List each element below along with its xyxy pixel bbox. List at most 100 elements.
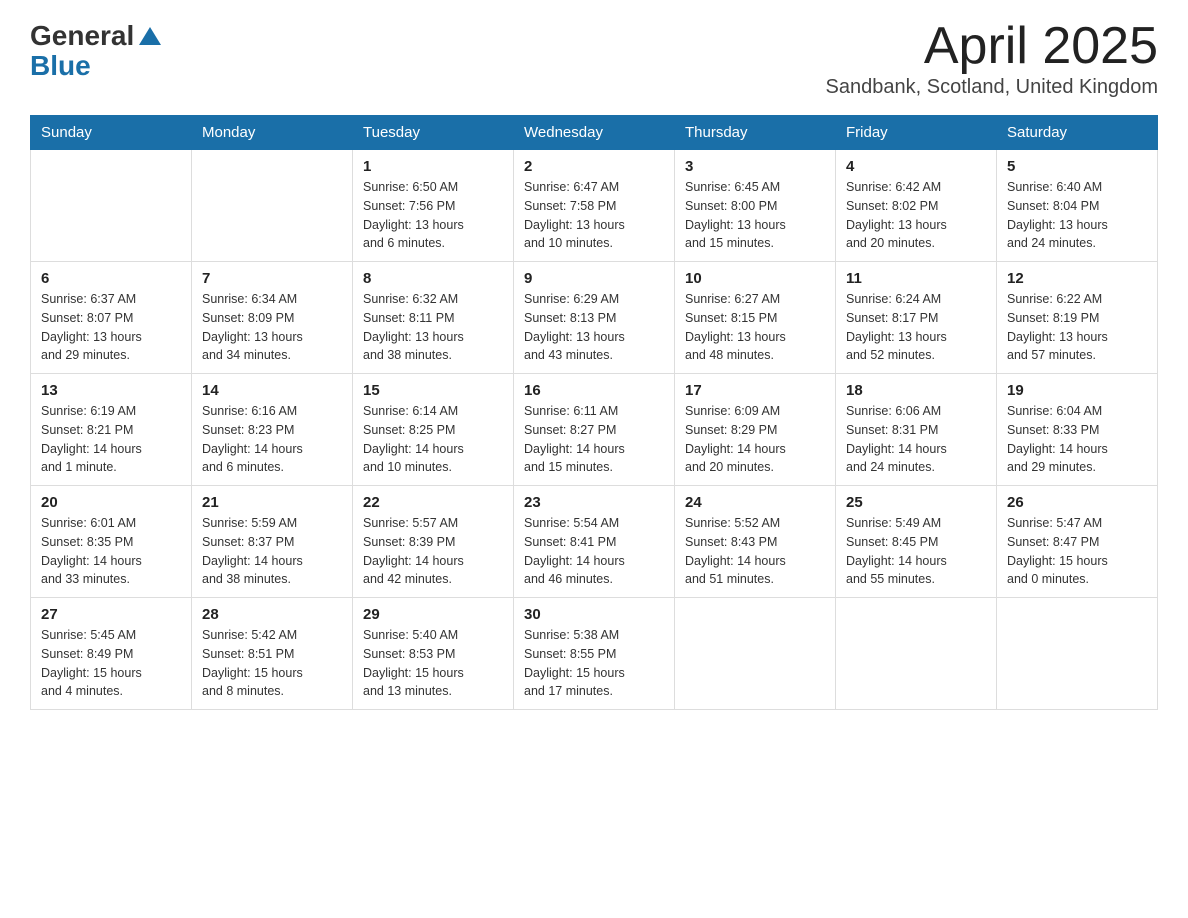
day-info: Sunrise: 6:47 AM Sunset: 7:58 PM Dayligh…	[524, 178, 664, 253]
calendar-cell	[836, 598, 997, 710]
calendar-cell: 1Sunrise: 6:50 AM Sunset: 7:56 PM Daylig…	[353, 150, 514, 262]
col-header-monday: Monday	[192, 116, 353, 150]
day-number: 9	[524, 270, 664, 287]
day-number: 30	[524, 606, 664, 623]
calendar-cell: 22 Sunrise: 5:57 AM Sunset: 8:39 PM Dayli…	[353, 486, 514, 598]
day-info: Sunrise: 6:04 AM Sunset: 8:33 PM Dayligh…	[1007, 402, 1147, 477]
day-info: Sunrise: 6:34 AM Sunset: 8:09 PM Dayligh…	[202, 290, 342, 365]
day-number: 19	[1007, 382, 1147, 399]
logo-blue-text: Blue	[30, 50, 91, 82]
day-info: Sunrise: 6:19 AM Sunset: 8:21 PM Dayligh…	[41, 402, 181, 477]
calendar-cell: 15 Sunrise: 6:14 AM Sunset: 8:25 PM Dayli…	[353, 374, 514, 486]
calendar-cell: 8Sunrise: 6:32 AM Sunset: 8:11 PM Daylig…	[353, 262, 514, 374]
day-info: Sunrise: 6:14 AM Sunset: 8:25 PM Dayligh…	[363, 402, 503, 477]
day-info: Sunrise: 6:16 AM Sunset: 8:23 PM Dayligh…	[202, 402, 342, 477]
week-row-2: 13 Sunrise: 6:19 AM Sunset: 8:21 PM Dayli…	[31, 374, 1158, 486]
day-info: Sunrise: 6:01 AM Sunset: 8:35 PM Dayligh…	[41, 514, 181, 589]
day-number: 10	[685, 270, 825, 287]
calendar-cell: 28 Sunrise: 5:42 AM Sunset: 8:51 PM Dayli…	[192, 598, 353, 710]
calendar-cell: 19 Sunrise: 6:04 AM Sunset: 8:33 PM Dayli…	[997, 374, 1158, 486]
calendar-cell: 21Sunrise: 5:59 AM Sunset: 8:37 PM Dayli…	[192, 486, 353, 598]
day-number: 28	[202, 606, 342, 623]
calendar-cell: 20 Sunrise: 6:01 AM Sunset: 8:35 PM Dayli…	[31, 486, 192, 598]
calendar-cell: 12 Sunrise: 6:22 AM Sunset: 8:19 PM Dayli…	[997, 262, 1158, 374]
day-info: Sunrise: 6:22 AM Sunset: 8:19 PM Dayligh…	[1007, 290, 1147, 365]
col-header-thursday: Thursday	[675, 116, 836, 150]
week-row-4: 27 Sunrise: 5:45 AM Sunset: 8:49 PM Dayli…	[31, 598, 1158, 710]
calendar-cell: 24Sunrise: 5:52 AM Sunset: 8:43 PM Dayli…	[675, 486, 836, 598]
day-info: Sunrise: 5:42 AM Sunset: 8:51 PM Dayligh…	[202, 626, 342, 701]
day-info: Sunrise: 6:50 AM Sunset: 7:56 PM Dayligh…	[363, 178, 503, 253]
week-row-1: 6Sunrise: 6:37 AM Sunset: 8:07 PM Daylig…	[31, 262, 1158, 374]
day-number: 20	[41, 494, 181, 511]
day-info: Sunrise: 6:27 AM Sunset: 8:15 PM Dayligh…	[685, 290, 825, 365]
day-number: 17	[685, 382, 825, 399]
day-info: Sunrise: 5:57 AM Sunset: 8:39 PM Dayligh…	[363, 514, 503, 589]
calendar-cell: 2 Sunrise: 6:47 AM Sunset: 7:58 PM Daylig…	[514, 150, 675, 262]
day-number: 26	[1007, 494, 1147, 511]
calendar-cell	[675, 598, 836, 710]
col-header-friday: Friday	[836, 116, 997, 150]
calendar-cell: 27 Sunrise: 5:45 AM Sunset: 8:49 PM Dayli…	[31, 598, 192, 710]
calendar-cell: 16Sunrise: 6:11 AM Sunset: 8:27 PM Dayli…	[514, 374, 675, 486]
calendar-cell: 5 Sunrise: 6:40 AM Sunset: 8:04 PM Daylig…	[997, 150, 1158, 262]
day-info: Sunrise: 5:45 AM Sunset: 8:49 PM Dayligh…	[41, 626, 181, 701]
day-number: 13	[41, 382, 181, 399]
calendar-cell: 13 Sunrise: 6:19 AM Sunset: 8:21 PM Dayli…	[31, 374, 192, 486]
calendar-cell: 17 Sunrise: 6:09 AM Sunset: 8:29 PM Dayli…	[675, 374, 836, 486]
day-info: Sunrise: 6:42 AM Sunset: 8:02 PM Dayligh…	[846, 178, 986, 253]
day-number: 3	[685, 158, 825, 175]
col-header-tuesday: Tuesday	[353, 116, 514, 150]
day-info: Sunrise: 6:40 AM Sunset: 8:04 PM Dayligh…	[1007, 178, 1147, 253]
header-row: SundayMondayTuesdayWednesdayThursdayFrid…	[31, 116, 1158, 150]
day-number: 2	[524, 158, 664, 175]
day-info: Sunrise: 5:38 AM Sunset: 8:55 PM Dayligh…	[524, 626, 664, 701]
day-number: 25	[846, 494, 986, 511]
logo-triangle-icon	[137, 25, 163, 47]
calendar-cell: 18Sunrise: 6:06 AM Sunset: 8:31 PM Dayli…	[836, 374, 997, 486]
calendar-cell: 3 Sunrise: 6:45 AM Sunset: 8:00 PM Daylig…	[675, 150, 836, 262]
calendar-cell	[997, 598, 1158, 710]
calendar-cell: 4 Sunrise: 6:42 AM Sunset: 8:02 PM Daylig…	[836, 150, 997, 262]
logo: GeneralBlue	[30, 20, 163, 82]
calendar-cell: 6Sunrise: 6:37 AM Sunset: 8:07 PM Daylig…	[31, 262, 192, 374]
day-number: 21	[202, 494, 342, 511]
col-header-sunday: Sunday	[31, 116, 192, 150]
col-header-wednesday: Wednesday	[514, 116, 675, 150]
calendar-cell: 30 Sunrise: 5:38 AM Sunset: 8:55 PM Dayli…	[514, 598, 675, 710]
day-number: 11	[846, 270, 986, 287]
week-row-0: 1Sunrise: 6:50 AM Sunset: 7:56 PM Daylig…	[31, 150, 1158, 262]
col-header-saturday: Saturday	[997, 116, 1158, 150]
day-number: 5	[1007, 158, 1147, 175]
calendar-cell: 14 Sunrise: 6:16 AM Sunset: 8:23 PM Dayli…	[192, 374, 353, 486]
calendar-cell	[192, 150, 353, 262]
day-number: 24	[685, 494, 825, 511]
page-header: GeneralBlue April 2025 Sandbank, Scotlan…	[30, 20, 1158, 99]
day-number: 23	[524, 494, 664, 511]
calendar-cell: 11Sunrise: 6:24 AM Sunset: 8:17 PM Dayli…	[836, 262, 997, 374]
day-info: Sunrise: 6:45 AM Sunset: 8:00 PM Dayligh…	[685, 178, 825, 253]
day-number: 4	[846, 158, 986, 175]
day-number: 6	[41, 270, 181, 287]
calendar-cell: 7 Sunrise: 6:34 AM Sunset: 8:09 PM Daylig…	[192, 262, 353, 374]
day-info: Sunrise: 5:54 AM Sunset: 8:41 PM Dayligh…	[524, 514, 664, 589]
day-info: Sunrise: 5:47 AM Sunset: 8:47 PM Dayligh…	[1007, 514, 1147, 589]
calendar-cell: 26 Sunrise: 5:47 AM Sunset: 8:47 PM Dayli…	[997, 486, 1158, 598]
day-info: Sunrise: 6:09 AM Sunset: 8:29 PM Dayligh…	[685, 402, 825, 477]
day-number: 15	[363, 382, 503, 399]
day-number: 12	[1007, 270, 1147, 287]
day-number: 7	[202, 270, 342, 287]
calendar-cell: 23 Sunrise: 5:54 AM Sunset: 8:41 PM Dayli…	[514, 486, 675, 598]
calendar-table: SundayMondayTuesdayWednesdayThursdayFrid…	[30, 115, 1158, 710]
day-info: Sunrise: 6:06 AM Sunset: 8:31 PM Dayligh…	[846, 402, 986, 477]
calendar-cell	[31, 150, 192, 262]
month-title: April 2025	[826, 20, 1158, 72]
day-info: Sunrise: 5:40 AM Sunset: 8:53 PM Dayligh…	[363, 626, 503, 701]
day-number: 27	[41, 606, 181, 623]
day-number: 14	[202, 382, 342, 399]
calendar-cell: 9Sunrise: 6:29 AM Sunset: 8:13 PM Daylig…	[514, 262, 675, 374]
day-info: Sunrise: 6:11 AM Sunset: 8:27 PM Dayligh…	[524, 402, 664, 477]
day-number: 29	[363, 606, 503, 623]
day-info: Sunrise: 6:32 AM Sunset: 8:11 PM Dayligh…	[363, 290, 503, 365]
day-number: 22	[363, 494, 503, 511]
